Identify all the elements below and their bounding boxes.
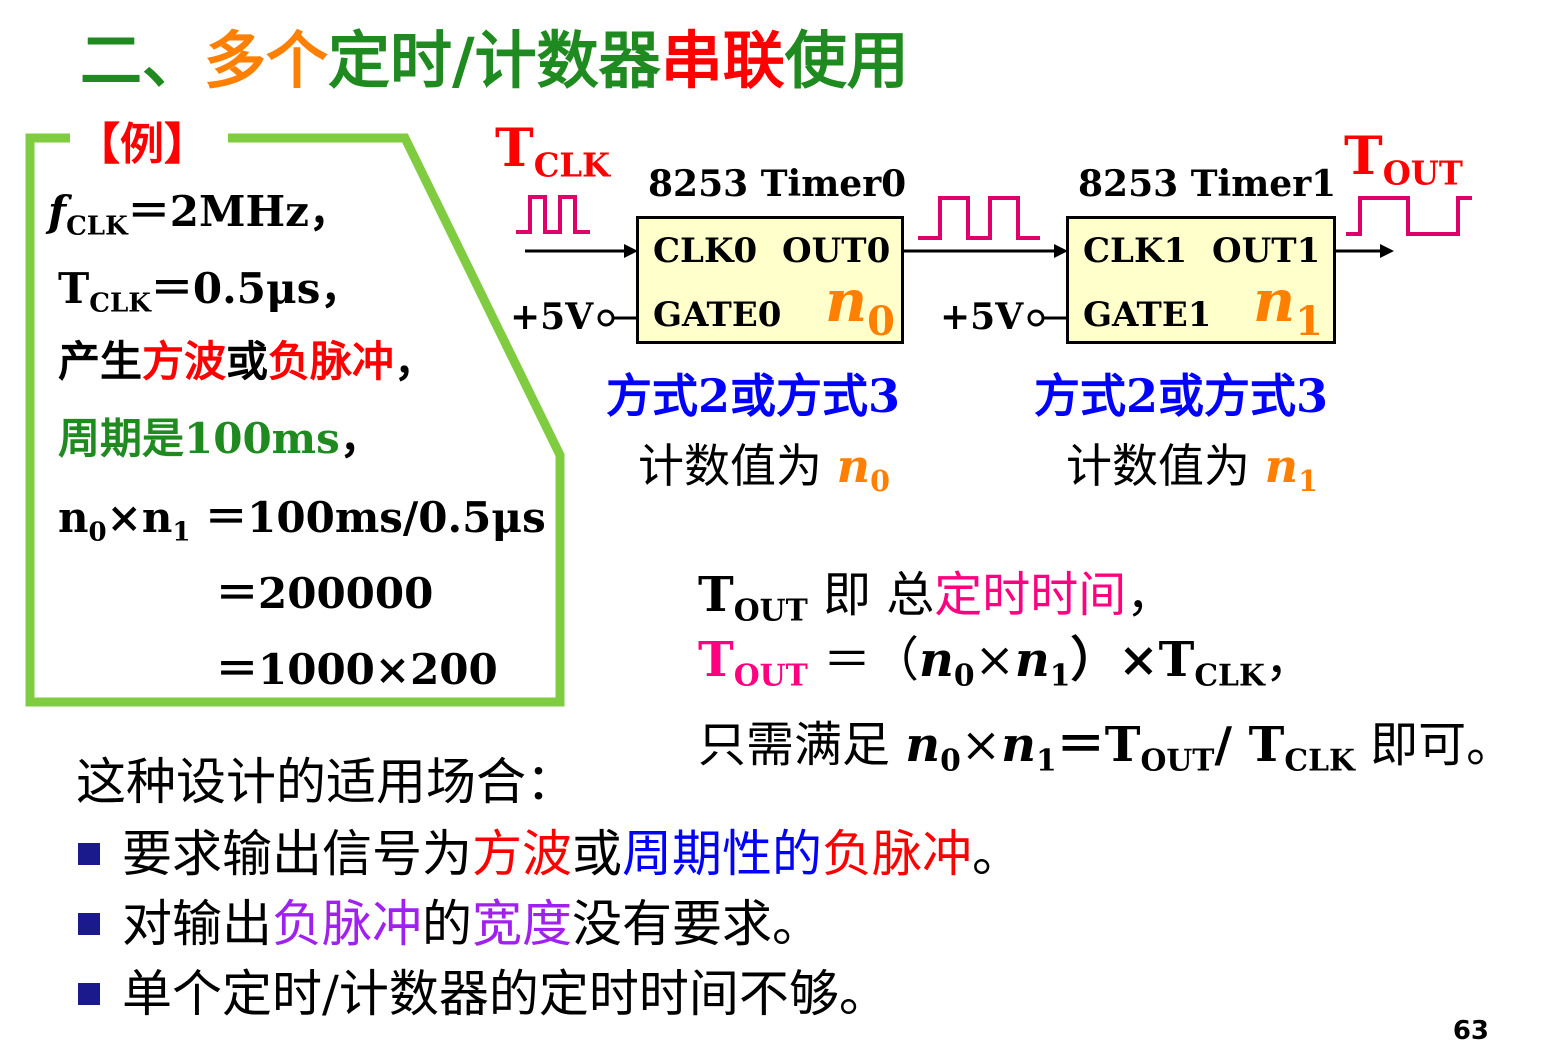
vcc0-terminal (597, 309, 615, 327)
result-line-1: ＝200000 (216, 569, 434, 618)
timer1-chip: CLK1 OUT1 GATE1 n1 (1066, 216, 1336, 345)
output-arrowhead (1380, 244, 1394, 258)
applicability-heading: 这种设计的适用场合： (76, 753, 576, 811)
out0-pin: OUT0 (782, 231, 891, 271)
clk0-pin: CLK0 (653, 231, 758, 271)
tout-label: TOUT (1344, 126, 1463, 193)
n0-symbol: n0 (825, 267, 896, 345)
vcc0-label: +5V (510, 296, 594, 338)
timer1-mode: 方式2或方式3 (1034, 369, 1329, 423)
bullet-3: 单个定时/计数器的定时时间不够。 (78, 954, 889, 1026)
timer0-mode: 方式2或方式3 (606, 369, 901, 423)
bullet-square-icon (78, 843, 100, 865)
out1-pin: OUT1 (1212, 231, 1321, 271)
purpose-line: 产生方波或负脉冲， (58, 337, 437, 386)
n1-symbol: n1 (1253, 267, 1324, 345)
bullet-square-icon (78, 913, 100, 935)
tclk-line: TCLK＝0.5μs， (58, 264, 363, 319)
formula-tout: TOUT ＝（n0×n1）×TCLK， (698, 632, 1313, 694)
timer1-label: 8253 Timer1 (1078, 163, 1337, 205)
out-waveform (1346, 196, 1472, 236)
example-label: 【例】 (76, 119, 208, 170)
mid-waveform (918, 196, 1040, 240)
result-line-2: ＝1000×200 (216, 645, 498, 694)
timer0-count: 计数值为 n0 (638, 439, 890, 499)
bullet-square-icon (78, 983, 100, 1005)
timer0-chip: CLK0 OUT0 GATE0 n0 (636, 216, 904, 345)
bullet-1: 要求输出信号为方波或周期性的负脉冲。 (78, 814, 1022, 886)
clk-waveform (516, 195, 590, 234)
tclk-label: TCLK (495, 118, 611, 185)
gate1-pin: GATE1 (1083, 295, 1212, 335)
product-line: n0×n1 ＝100ms/0.5μs (58, 493, 546, 548)
timer1-count: 计数值为 n1 (1066, 439, 1318, 499)
formula-total-time: TOUT 即 总定时时间， (698, 567, 1175, 629)
page-number: 63 (1452, 1016, 1489, 1046)
formula-condition: 只需满足 n0×n1＝TOUT/ TCLK 即可。 (698, 717, 1515, 779)
timer0-label: 8253 Timer0 (648, 163, 907, 205)
bullet-2: 对输出负脉冲的宽度没有要求。 (78, 884, 822, 956)
vcc1-label: +5V (940, 296, 1024, 338)
fclk-line: fCLK＝2MHz， (48, 187, 351, 242)
vcc1-terminal (1027, 309, 1045, 327)
clk1-pin: CLK1 (1083, 231, 1188, 271)
gate0-pin: GATE0 (653, 295, 782, 335)
period-line: 周期是100ms， (58, 414, 382, 463)
